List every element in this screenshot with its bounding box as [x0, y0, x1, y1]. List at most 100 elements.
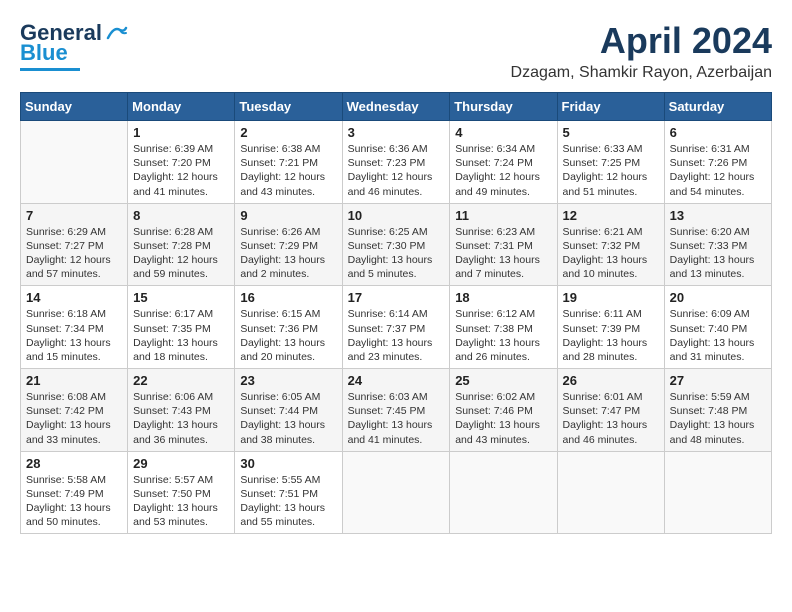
day-number: 18 — [455, 290, 551, 305]
header: General Blue April 2024 Dzagam, Shamkir … — [20, 20, 772, 82]
day-info: Sunrise: 6:31 AMSunset: 7:26 PMDaylight:… — [670, 142, 766, 199]
day-number: 10 — [348, 208, 445, 223]
calendar-cell: 15 Sunrise: 6:17 AMSunset: 7:35 PMDayligh… — [128, 286, 235, 369]
col-header-thursday: Thursday — [450, 93, 557, 121]
calendar-cell: 29 Sunrise: 5:57 AMSunset: 7:50 PMDayligh… — [128, 451, 235, 534]
calendar-cell: 24 Sunrise: 6:03 AMSunset: 7:45 PMDayligh… — [342, 369, 450, 452]
calendar-cell: 1 Sunrise: 6:39 AMSunset: 7:20 PMDaylight… — [128, 121, 235, 204]
day-number: 4 — [455, 125, 551, 140]
day-info: Sunrise: 6:34 AMSunset: 7:24 PMDaylight:… — [455, 142, 551, 199]
day-number: 17 — [348, 290, 445, 305]
location: Dzagam, Shamkir Rayon, Azerbaijan — [511, 64, 772, 82]
day-number: 24 — [348, 373, 445, 388]
day-info: Sunrise: 6:01 AMSunset: 7:47 PMDaylight:… — [563, 390, 659, 447]
day-number: 19 — [563, 290, 659, 305]
col-header-tuesday: Tuesday — [235, 93, 342, 121]
day-info: Sunrise: 6:08 AMSunset: 7:42 PMDaylight:… — [26, 390, 122, 447]
calendar-cell: 13Sunrise: 6:20 AMSunset: 7:33 PMDayligh… — [664, 203, 771, 286]
day-number: 8 — [133, 208, 229, 223]
day-info: Sunrise: 6:05 AMSunset: 7:44 PMDaylight:… — [240, 390, 336, 447]
calendar-cell: 5 Sunrise: 6:33 AMSunset: 7:25 PMDaylight… — [557, 121, 664, 204]
day-number: 23 — [240, 373, 336, 388]
day-info: Sunrise: 5:55 AMSunset: 7:51 PMDaylight:… — [240, 473, 336, 530]
day-info: Sunrise: 6:17 AMSunset: 7:35 PMDaylight:… — [133, 307, 229, 364]
day-info: Sunrise: 6:36 AMSunset: 7:23 PMDaylight:… — [348, 142, 445, 199]
calendar-cell: 9Sunrise: 6:26 AMSunset: 7:29 PMDaylight… — [235, 203, 342, 286]
day-info: Sunrise: 6:12 AMSunset: 7:38 PMDaylight:… — [455, 307, 551, 364]
day-number: 25 — [455, 373, 551, 388]
day-info: Sunrise: 6:38 AMSunset: 7:21 PMDaylight:… — [240, 142, 336, 199]
calendar-cell: 7Sunrise: 6:29 AMSunset: 7:27 PMDaylight… — [21, 203, 128, 286]
day-number: 2 — [240, 125, 336, 140]
calendar-cell: 4 Sunrise: 6:34 AMSunset: 7:24 PMDaylight… — [450, 121, 557, 204]
day-info: Sunrise: 6:20 AMSunset: 7:33 PMDaylight:… — [670, 225, 766, 282]
month-title: April 2024 — [511, 20, 772, 62]
day-number: 27 — [670, 373, 766, 388]
calendar-cell: 18 Sunrise: 6:12 AMSunset: 7:38 PMDayligh… — [450, 286, 557, 369]
day-info: Sunrise: 6:11 AMSunset: 7:39 PMDaylight:… — [563, 307, 659, 364]
calendar-cell: 16 Sunrise: 6:15 AMSunset: 7:36 PMDayligh… — [235, 286, 342, 369]
day-number: 12 — [563, 208, 659, 223]
calendar-cell — [664, 451, 771, 534]
calendar-cell: 30 Sunrise: 5:55 AMSunset: 7:51 PMDayligh… — [235, 451, 342, 534]
logo-underline — [20, 68, 80, 71]
calendar-cell: 28 Sunrise: 5:58 AMSunset: 7:49 PMDayligh… — [21, 451, 128, 534]
logo: General Blue — [20, 20, 128, 71]
day-info: Sunrise: 6:15 AMSunset: 7:36 PMDaylight:… — [240, 307, 336, 364]
day-info: Sunrise: 6:39 AMSunset: 7:20 PMDaylight:… — [133, 142, 229, 199]
day-info: Sunrise: 6:28 AMSunset: 7:28 PMDaylight:… — [133, 225, 229, 282]
day-number: 30 — [240, 456, 336, 471]
day-info: Sunrise: 6:03 AMSunset: 7:45 PMDaylight:… — [348, 390, 445, 447]
logo-blue: Blue — [20, 40, 68, 66]
day-info: Sunrise: 6:29 AMSunset: 7:27 PMDaylight:… — [26, 225, 122, 282]
calendar-cell: 2 Sunrise: 6:38 AMSunset: 7:21 PMDaylight… — [235, 121, 342, 204]
calendar-cell: 3 Sunrise: 6:36 AMSunset: 7:23 PMDaylight… — [342, 121, 450, 204]
day-number: 20 — [670, 290, 766, 305]
calendar-cell: 10 Sunrise: 6:25 AMSunset: 7:30 PMDayligh… — [342, 203, 450, 286]
col-header-monday: Monday — [128, 93, 235, 121]
calendar-cell: 8 Sunrise: 6:28 AMSunset: 7:28 PMDaylight… — [128, 203, 235, 286]
day-info: Sunrise: 6:21 AMSunset: 7:32 PMDaylight:… — [563, 225, 659, 282]
calendar-cell: 17 Sunrise: 6:14 AMSunset: 7:37 PMDayligh… — [342, 286, 450, 369]
calendar-cell: 22Sunrise: 6:06 AMSunset: 7:43 PMDayligh… — [128, 369, 235, 452]
day-info: Sunrise: 6:23 AMSunset: 7:31 PMDaylight:… — [455, 225, 551, 282]
calendar-cell — [21, 121, 128, 204]
day-number: 14 — [26, 290, 122, 305]
calendar-cell: 27 Sunrise: 5:59 AMSunset: 7:48 PMDayligh… — [664, 369, 771, 452]
calendar-cell: 6 Sunrise: 6:31 AMSunset: 7:26 PMDaylight… — [664, 121, 771, 204]
day-number: 28 — [26, 456, 122, 471]
calendar-cell: 26 Sunrise: 6:01 AMSunset: 7:47 PMDayligh… — [557, 369, 664, 452]
day-info: Sunrise: 6:33 AMSunset: 7:25 PMDaylight:… — [563, 142, 659, 199]
logo-bird-icon — [106, 24, 128, 42]
day-number: 15 — [133, 290, 229, 305]
day-number: 9 — [240, 208, 336, 223]
calendar-cell: 19 Sunrise: 6:11 AMSunset: 7:39 PMDayligh… — [557, 286, 664, 369]
col-header-wednesday: Wednesday — [342, 93, 450, 121]
day-info: Sunrise: 5:59 AMSunset: 7:48 PMDaylight:… — [670, 390, 766, 447]
calendar-cell: 25 Sunrise: 6:02 AMSunset: 7:46 PMDayligh… — [450, 369, 557, 452]
calendar-cell: 20 Sunrise: 6:09 AMSunset: 7:40 PMDayligh… — [664, 286, 771, 369]
day-info: Sunrise: 6:25 AMSunset: 7:30 PMDaylight:… — [348, 225, 445, 282]
day-number: 16 — [240, 290, 336, 305]
calendar-cell — [342, 451, 450, 534]
day-number: 29 — [133, 456, 229, 471]
day-info: Sunrise: 6:09 AMSunset: 7:40 PMDaylight:… — [670, 307, 766, 364]
day-info: Sunrise: 6:14 AMSunset: 7:37 PMDaylight:… — [348, 307, 445, 364]
calendar-cell: 12 Sunrise: 6:21 AMSunset: 7:32 PMDayligh… — [557, 203, 664, 286]
col-header-saturday: Saturday — [664, 93, 771, 121]
calendar-cell: 11 Sunrise: 6:23 AMSunset: 7:31 PMDayligh… — [450, 203, 557, 286]
day-number: 3 — [348, 125, 445, 140]
calendar-table: SundayMondayTuesdayWednesdayThursdayFrid… — [20, 92, 772, 534]
day-number: 26 — [563, 373, 659, 388]
calendar-cell: 23 Sunrise: 6:05 AMSunset: 7:44 PMDayligh… — [235, 369, 342, 452]
day-number: 11 — [455, 208, 551, 223]
day-info: Sunrise: 6:02 AMSunset: 7:46 PMDaylight:… — [455, 390, 551, 447]
day-info: Sunrise: 5:57 AMSunset: 7:50 PMDaylight:… — [133, 473, 229, 530]
col-header-friday: Friday — [557, 93, 664, 121]
calendar-cell: 21Sunrise: 6:08 AMSunset: 7:42 PMDayligh… — [21, 369, 128, 452]
day-number: 5 — [563, 125, 659, 140]
day-info: Sunrise: 5:58 AMSunset: 7:49 PMDaylight:… — [26, 473, 122, 530]
day-number: 6 — [670, 125, 766, 140]
day-number: 1 — [133, 125, 229, 140]
calendar-cell — [557, 451, 664, 534]
